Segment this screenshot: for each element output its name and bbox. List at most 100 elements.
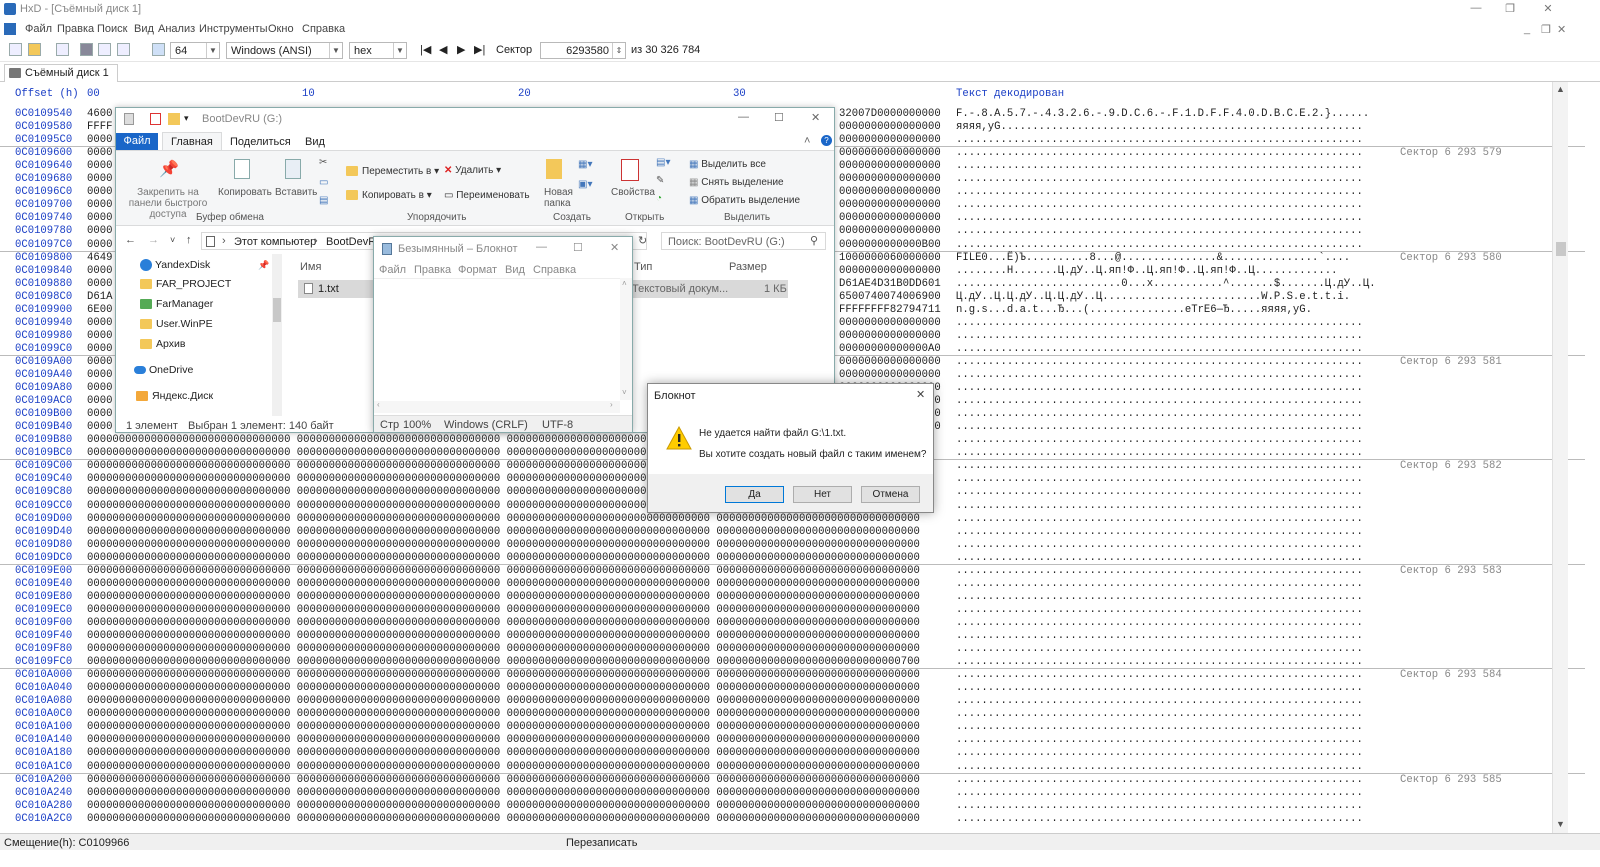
hex-row[interactable]: 0C010A0C0 0000000000000000000000000000000…	[0, 708, 1585, 721]
hex-row[interactable]: 0C010A140 0000000000000000000000000000000…	[0, 734, 1585, 747]
scroll-right-icon[interactable]: ›	[610, 400, 613, 409]
scroll-up-icon[interactable]: ▲	[1556, 84, 1565, 94]
menu-search[interactable]: Поиск	[97, 23, 127, 35]
scroll-up-icon[interactable]: ˄	[622, 279, 627, 288]
hex-row[interactable]: 0C0109F40 0000000000000000000000000000000…	[0, 630, 1585, 643]
ribbon-tab-file[interactable]: Файл	[116, 133, 158, 150]
invert-selection-button[interactable]: ▦ Обратить выделение	[689, 195, 800, 206]
prev-sector-icon[interactable]: ◀	[439, 43, 447, 56]
vertical-scrollbar[interactable]: ▲ ▼	[1552, 82, 1568, 849]
select-none-button[interactable]: ▦ Снять выделение	[689, 177, 784, 188]
nav-item-onedrive[interactable]: OneDrive	[134, 364, 193, 376]
last-sector-icon[interactable]: ▶|	[474, 43, 485, 56]
delete-button[interactable]: ✕ Удалить ▾	[444, 165, 501, 176]
column-name[interactable]: Имя	[300, 261, 321, 273]
notepad-text-area[interactable]	[374, 278, 632, 402]
next-sector-icon[interactable]: ▶	[457, 43, 465, 56]
ribbon-tab-home[interactable]: Главная	[162, 132, 222, 151]
notepad-close-icon[interactable]: ✕	[610, 241, 619, 254]
hex-row[interactable]: 0C0109D00 0000000000000000000000000000000…	[0, 513, 1585, 526]
recent-icon[interactable]: ˅	[170, 235, 175, 245]
easy-access-icon[interactable]: ▣▾	[578, 179, 592, 190]
nav-item-farmanager[interactable]: FarManager	[140, 298, 213, 310]
hex-row[interactable]: 0C0109FC0 0000000000000000000000000000000…	[0, 656, 1585, 669]
scroll-down-icon[interactable]: ˅	[622, 388, 627, 397]
hex-row[interactable]: 0C010A000 0000000000000000000000000000000…	[0, 669, 1585, 682]
mdi-minimize-icon[interactable]: _	[1524, 23, 1530, 35]
minimize-icon[interactable]: —	[1468, 2, 1484, 16]
close-icon[interactable]: ✕	[1540, 2, 1556, 16]
hex-row[interactable]: 0C010A200 0000000000000000000000000000000…	[0, 774, 1585, 787]
close-doc-icon[interactable]	[80, 43, 93, 56]
properties-button[interactable]: Свойства	[611, 187, 655, 198]
nav-item-user-winpe[interactable]: User.WinPE	[140, 318, 213, 330]
column-type[interactable]: Тип	[634, 261, 652, 273]
hex-row[interactable]: 0C0109E80 0000000000000000000000000000000…	[0, 591, 1585, 604]
hex-row[interactable]: 0C010A100 0000000000000000000000000000000…	[0, 721, 1585, 734]
menu-edit[interactable]: Правка	[57, 23, 94, 35]
restore-icon[interactable]: ❐	[1502, 2, 1518, 16]
hex-row[interactable]: 0C010A240 0000000000000000000000000000000…	[0, 787, 1585, 800]
sector-input[interactable]: 6293580 ⇕	[540, 42, 626, 59]
charset-select[interactable]: Windows (ANSI) ▼	[226, 42, 343, 59]
checkmark-qa-icon[interactable]	[150, 113, 161, 125]
qa-dropdown-icon[interactable]: ▾	[184, 113, 189, 124]
hex-row[interactable]: 0C010A280 0000000000000000000000000000000…	[0, 800, 1585, 813]
tab-removable-disk-1[interactable]: Съёмный диск 1	[4, 64, 118, 82]
menu-file[interactable]: Файл	[25, 23, 52, 35]
edit-icon[interactable]: ✎	[656, 175, 664, 186]
menu-help[interactable]: Справка	[302, 23, 345, 35]
menu-tools[interactable]: Инструменты	[199, 23, 268, 35]
paste-button[interactable]: Вставить	[275, 187, 317, 198]
back-icon[interactable]: ←	[125, 234, 136, 246]
paste-shortcut-icon[interactable]: ▤	[319, 195, 328, 206]
notepad-hscroll[interactable]: ‹ ›	[374, 400, 620, 413]
scroll-thumb[interactable]	[1556, 242, 1566, 256]
hex-row[interactable]: 0C0109D80 0000000000000000000000000000000…	[0, 539, 1585, 552]
bytes-per-row-select[interactable]: 64 ▼	[170, 42, 220, 59]
first-sector-icon[interactable]: |◀	[420, 43, 431, 56]
hex-row[interactable]: 0C0109DC0 0000000000000000000000000000000…	[0, 552, 1585, 565]
history-icon[interactable]: ◔	[656, 193, 662, 204]
notepad-minimize-icon[interactable]: —	[536, 241, 547, 253]
copy-to-button[interactable]: Копировать в ▾	[346, 190, 432, 201]
explorer-maximize-icon[interactable]: ☐	[774, 111, 784, 124]
new-item-icon[interactable]: ▦▾	[578, 159, 592, 170]
hex-row[interactable]: 0C0109EC0 0000000000000000000000000000000…	[0, 604, 1585, 617]
new-file-icon[interactable]	[9, 43, 22, 56]
new-folder-button[interactable]: Новая папка	[544, 187, 574, 209]
up-icon[interactable]: ↑	[186, 234, 192, 246]
ram-icon[interactable]	[117, 43, 130, 56]
notepad-menu-view[interactable]: Вид	[505, 264, 525, 276]
copy-button[interactable]: Копировать	[218, 187, 272, 198]
base-select[interactable]: hex ▼	[349, 42, 407, 59]
notepad-menu-help[interactable]: Справка	[533, 264, 576, 276]
ribbon-tab-share[interactable]: Поделиться	[230, 136, 291, 148]
hex-row[interactable]: 0C0109F00 0000000000000000000000000000000…	[0, 617, 1585, 630]
hex-row[interactable]: 0C0109F80 0000000000000000000000000000000…	[0, 643, 1585, 656]
open-icon[interactable]: ▤▾	[656, 157, 670, 168]
hex-row[interactable]: 0C010A040 0000000000000000000000000000000…	[0, 682, 1585, 695]
hex-row[interactable]: 0C0109E40 0000000000000000000000000000000…	[0, 578, 1585, 591]
doc-icon[interactable]	[4, 23, 16, 35]
mdi-close-icon[interactable]: ✕	[1557, 23, 1566, 36]
hex-row[interactable]: 0C010A180 0000000000000000000000000000000…	[0, 747, 1585, 760]
ribbon-tab-view[interactable]: Вид	[305, 136, 325, 148]
select-all-button[interactable]: ▦ Выделить все	[689, 159, 766, 170]
nav-item-archive[interactable]: Архив	[140, 338, 185, 350]
save-icon[interactable]	[56, 43, 69, 56]
hex-row[interactable]: 0C0109E00 0000000000000000000000000000000…	[0, 565, 1585, 578]
nav-scrollbar[interactable]	[272, 254, 282, 416]
open-disk-icon[interactable]	[98, 43, 111, 56]
cancel-button[interactable]: Отмена	[861, 486, 920, 503]
nav-item-yandex-disk[interactable]: Яндекс.Диск	[136, 390, 213, 402]
rename-button[interactable]: ▭ Переименовать	[444, 190, 530, 201]
notepad-menu-edit[interactable]: Правка	[414, 264, 451, 276]
hex-row[interactable]: 0C0109D40 0000000000000000000000000000000…	[0, 526, 1585, 539]
cut-icon[interactable]: ✂	[319, 157, 327, 168]
yes-button[interactable]: Да	[725, 486, 784, 503]
notepad-maximize-icon[interactable]: ☐	[573, 241, 583, 254]
notepad-window[interactable]: Безымянный – Блокнот — ☐ ✕ Файл Правка Ф…	[373, 236, 633, 433]
dialog-close-icon[interactable]: ✕	[916, 388, 925, 401]
no-button[interactable]: Нет	[793, 486, 852, 503]
